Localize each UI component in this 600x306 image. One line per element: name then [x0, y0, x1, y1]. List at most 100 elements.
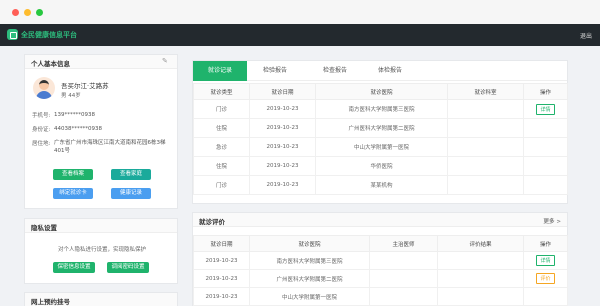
id-value: 44038******0938	[54, 126, 102, 132]
visit-records-table: 就诊类型 就诊日期 就诊医院 就诊科室 操作 门诊 2019-10-23 南方医…	[193, 83, 568, 195]
table-row: 住院 2019-10-23 广州医科大学附属第二医院	[193, 118, 568, 138]
action-cell	[523, 118, 568, 138]
col-header: 评价结果	[437, 235, 524, 252]
more-link[interactable]: 更多 >	[543, 217, 561, 225]
visit-type: 门诊	[193, 99, 250, 119]
detail-button[interactable]: 详情	[536, 255, 555, 266]
address-label: 居住地:	[32, 141, 51, 147]
tab-physical-reports[interactable]: 体检报告	[365, 61, 415, 81]
phone-label: 手机号:	[32, 113, 51, 119]
privacy-section-title: 隐私设置	[25, 219, 177, 233]
table-row: 门诊 2019-10-23 某某机构	[193, 175, 568, 195]
edit-icon[interactable]: ✎	[162, 58, 169, 65]
table-row: 住院 2019-10-23 华侨医院	[193, 156, 568, 176]
visit-hospital: 南方医科大学附属第三医院	[315, 99, 448, 119]
appointment-panel: 网上预约挂号	[24, 292, 178, 306]
access-password-button[interactable]: 调阅密码设置	[107, 262, 149, 273]
col-header: 就诊医院	[315, 83, 448, 100]
visit-date: 2019-10-23	[249, 175, 316, 195]
visit-hospital: 某某机构	[315, 175, 448, 195]
records-panel: 就诊记录 检验报告 检查报告 体检报告 就诊类型 就诊日期 就诊医院 就诊科室 …	[192, 60, 568, 204]
privacy-description: 对个人隐私进行设置，实现隐私保护	[57, 247, 146, 253]
avatar	[33, 77, 55, 99]
table-row: 2019-10-23 广州医科大学附属第二医院 评价	[193, 269, 568, 288]
logout-link[interactable]: 退出	[580, 31, 592, 40]
col-header: 就诊科室	[447, 83, 524, 100]
view-archive-button[interactable]: 查看档案	[53, 169, 93, 180]
evaluation-panel: 就诊评价 更多 > 就诊日期 就诊医院 主治医师 评价结果 操作 2019-10…	[192, 212, 568, 306]
phone-row: 手机号: 139******0938	[32, 111, 174, 119]
eval-hospital: 南方医科大学附属第三医院	[249, 251, 370, 270]
appointment-section-title: 网上预约挂号	[25, 293, 177, 306]
action-cell: 详情	[523, 99, 568, 119]
window-chrome	[0, 0, 600, 24]
profile-title-text: 个人基本信息	[31, 60, 70, 68]
minimize-window-icon[interactable]	[24, 9, 31, 16]
close-window-icon[interactable]	[12, 9, 19, 16]
col-header: 就诊医院	[249, 235, 370, 252]
profile-section-title: 个人基本信息 ✎	[25, 55, 177, 69]
action-cell: 详情	[523, 251, 568, 270]
tab-exam-reports[interactable]: 检查报告	[310, 61, 360, 81]
evaluation-title-text: 就诊评价	[199, 218, 225, 226]
visit-department	[447, 118, 524, 138]
visit-department	[447, 137, 524, 157]
maximize-window-icon[interactable]	[36, 9, 43, 16]
visit-date: 2019-10-23	[249, 156, 316, 176]
visit-date: 2019-10-23	[249, 99, 316, 119]
records-tabs: 就诊记录 检验报告 检查报告 体检报告	[193, 61, 567, 81]
id-label: 身份证:	[32, 127, 51, 133]
col-header: 操作	[523, 235, 568, 252]
eval-doctor	[369, 269, 438, 288]
action-cell	[523, 156, 568, 176]
eval-date: 2019-10-23	[193, 287, 250, 306]
visit-hospital: 中山大学附属第一医院	[315, 137, 448, 157]
app-title: 全民健康信息平台	[21, 31, 77, 39]
health-record-button[interactable]: 健康记录	[111, 188, 151, 199]
address-row: 居住地: 广东省广州市海珠区江南大道南和花园6栋3梯401号	[32, 139, 174, 155]
eval-result	[437, 269, 524, 288]
table-row: 急诊 2019-10-23 中山大学附属第一医院	[193, 137, 568, 157]
evaluation-table: 就诊日期 就诊医院 主治医师 评价结果 操作 2019-10-23 南方医科大学…	[193, 235, 568, 306]
detail-button[interactable]: 详情	[536, 103, 555, 115]
visit-date: 2019-10-23	[249, 137, 316, 157]
eval-result	[437, 251, 524, 270]
tab-visit-records[interactable]: 就诊记录	[193, 61, 247, 81]
patient-name: 吾买尔江·艾路苏	[61, 82, 109, 90]
table-row: 2019-10-23 南方医科大学附属第三医院 详情	[193, 251, 568, 270]
privacy-panel: 隐私设置 对个人隐私进行设置，实现隐私保护 保密信息设置 调阅密码设置	[24, 218, 178, 284]
patient-gender-age: 男 44岁	[61, 93, 81, 99]
profile-panel: 个人基本信息 ✎ 吾买尔江·艾路苏 男 44岁 手机号: 139******093…	[24, 54, 178, 209]
visit-type: 门诊	[193, 175, 250, 195]
table-row: 门诊 2019-10-23 南方医科大学附属第三医院 详情	[193, 99, 568, 119]
col-header: 操作	[523, 83, 568, 100]
visit-type: 住院	[193, 118, 250, 138]
visit-department	[447, 156, 524, 176]
action-cell	[523, 137, 568, 157]
eval-hospital: 中山大学附属第一医院	[249, 287, 370, 306]
tab-lab-reports[interactable]: 检验报告	[250, 61, 300, 81]
address-value: 广东省广州市海珠区江南大道南和花园6栋3梯401号	[54, 140, 166, 154]
action-cell	[523, 175, 568, 195]
visit-type: 急诊	[193, 137, 250, 157]
action-cell	[523, 287, 568, 306]
visit-type: 住院	[193, 156, 250, 176]
col-header: 就诊类型	[193, 83, 250, 100]
col-header: 就诊日期	[193, 235, 250, 252]
eval-doctor	[369, 287, 438, 306]
privacy-settings-button[interactable]: 保密信息设置	[53, 262, 95, 273]
visit-department	[447, 175, 524, 195]
col-header: 主治医师	[369, 235, 438, 252]
view-family-button[interactable]: 查看家庭	[111, 169, 151, 180]
bind-card-button[interactable]: 绑定就诊卡	[53, 188, 93, 199]
action-cell: 评价	[523, 269, 568, 288]
evaluation-section-title: 就诊评价 更多 >	[193, 213, 567, 227]
app-header: 全民健康信息平台 退出	[0, 24, 600, 46]
visit-hospital: 广州医科大学附属第二医院	[315, 118, 448, 138]
eval-hospital: 广州医科大学附属第二医院	[249, 269, 370, 288]
col-header: 就诊日期	[249, 83, 316, 100]
evaluate-button[interactable]: 评价	[536, 273, 555, 284]
visit-department	[447, 99, 524, 119]
id-row: 身份证: 44038******0938	[32, 125, 174, 133]
visit-date: 2019-10-23	[249, 118, 316, 138]
